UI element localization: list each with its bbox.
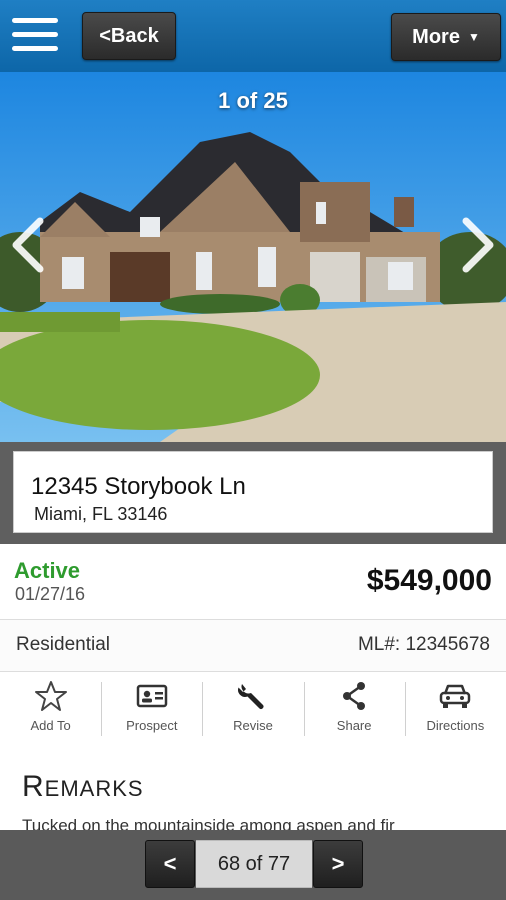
bottom-pager: < 68 of 77 >	[0, 830, 506, 900]
directions-button[interactable]: Directions	[404, 672, 506, 746]
property-type: Residential	[16, 634, 110, 655]
share-label: Share	[336, 718, 372, 733]
car-icon	[440, 684, 471, 708]
wrench-icon	[238, 684, 264, 709]
hamburger-menu-icon[interactable]	[12, 18, 58, 52]
revise-button[interactable]: Revise	[202, 672, 303, 746]
top-bar: <Back More ▼	[0, 0, 506, 72]
status-badge: Active	[14, 558, 81, 583]
directions-label: Directions	[426, 718, 485, 733]
previous-listing-button[interactable]: <	[145, 840, 195, 888]
contact-card-icon	[136, 684, 168, 708]
listing-price: $549,000	[366, 564, 492, 597]
add-to-button[interactable]: Add To	[0, 672, 101, 746]
more-button[interactable]: More ▼	[391, 13, 501, 61]
back-button[interactable]: <Back	[82, 12, 176, 60]
house-photo	[0, 72, 506, 442]
star-icon	[34, 681, 67, 711]
photo-counter: 1 of 25	[218, 88, 288, 113]
listing-photo[interactable]: 1 of 25	[0, 72, 506, 442]
city-state-zip: Miami, FL 33146	[34, 504, 168, 524]
status-row: Active 01/27/16 $549,000	[0, 544, 506, 620]
previous-label: <	[163, 851, 177, 876]
address-box: 12345 Storybook Ln Miami, FL 33146	[13, 451, 493, 533]
chevron-right-icon[interactable]	[458, 215, 498, 275]
add-to-label: Add To	[30, 718, 71, 733]
prospect-button[interactable]: Prospect	[101, 672, 202, 746]
prospect-label: Prospect	[126, 718, 178, 733]
listing-counter: 68 of 77	[196, 840, 312, 888]
listing-date: 01/27/16	[15, 584, 86, 604]
next-label: >	[331, 851, 345, 876]
remarks-heading-initial: R	[22, 770, 45, 803]
chevron-left-icon[interactable]	[8, 215, 48, 275]
revise-label: Revise	[233, 718, 273, 733]
share-icon	[343, 682, 366, 710]
back-button-label: <Back	[99, 24, 159, 47]
more-button-label: More	[412, 25, 460, 48]
action-bar: Add To Prospect Revise Share Directions	[0, 672, 506, 746]
share-button[interactable]: Share	[303, 672, 405, 746]
caret-down-icon: ▼	[467, 30, 480, 44]
mls-number: ML#: 12345678	[357, 634, 490, 655]
remarks-heading: REMARKS	[22, 770, 144, 804]
street-address: 12345 Storybook Ln	[31, 473, 246, 500]
type-row: Residential ML#: 12345678	[0, 620, 506, 672]
next-listing-button[interactable]: >	[313, 840, 363, 888]
remarks-heading-rest: EMARKS	[44, 776, 144, 801]
address-section: 12345 Storybook Ln Miami, FL 33146	[0, 442, 506, 544]
